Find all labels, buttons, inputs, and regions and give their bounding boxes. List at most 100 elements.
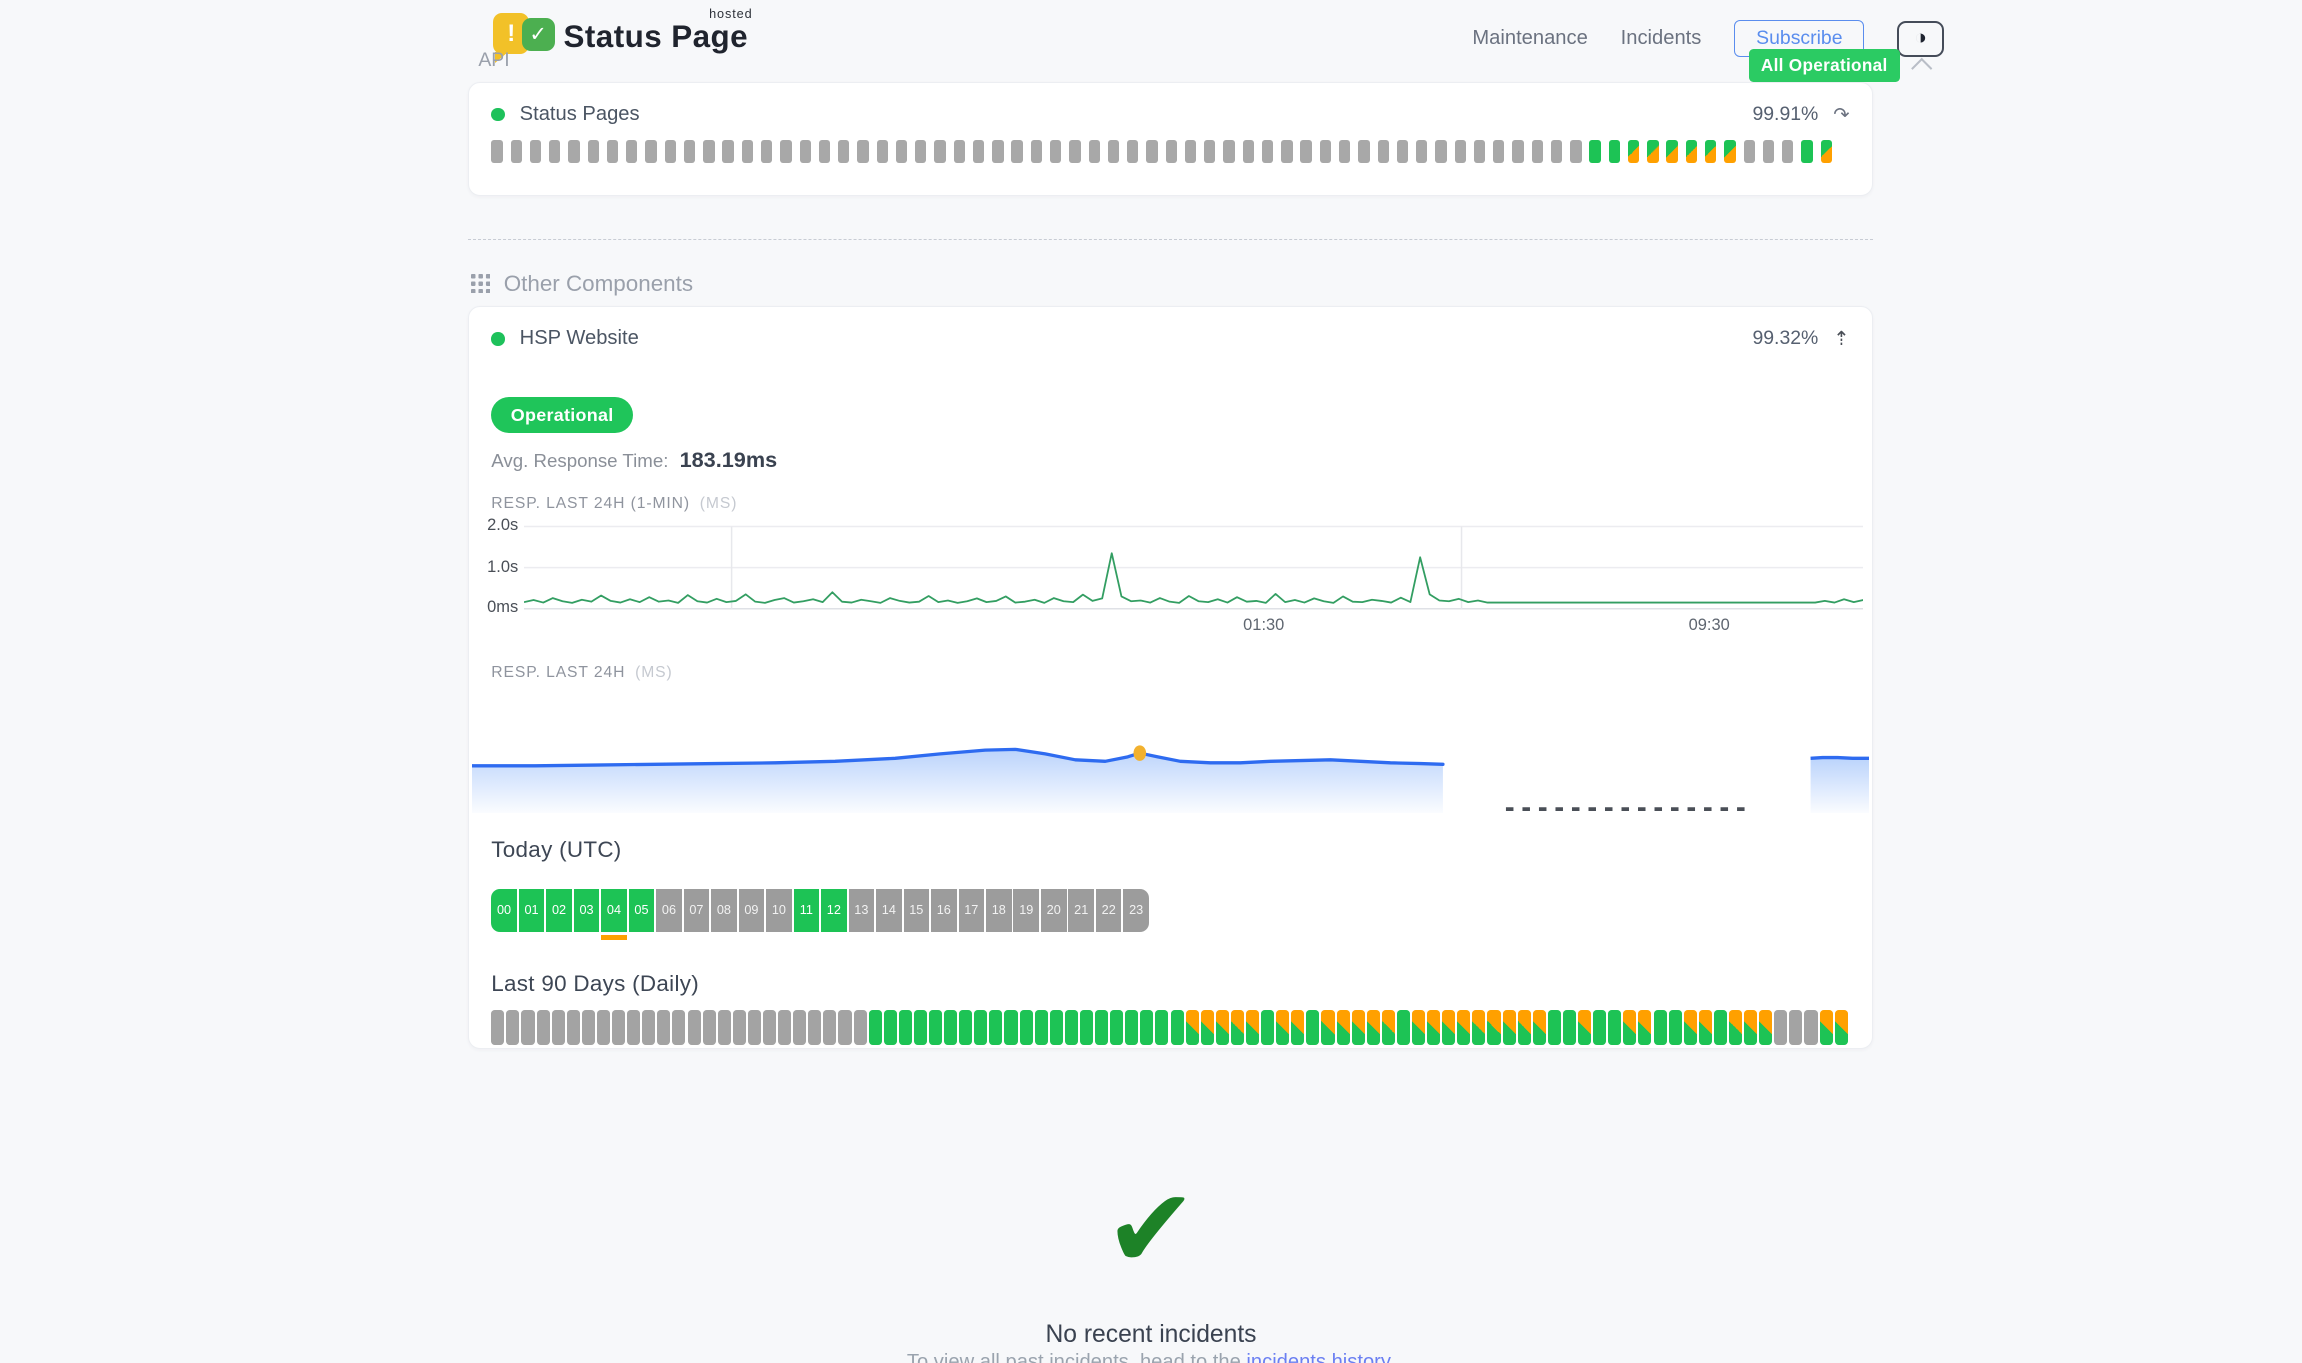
uptime-day-block[interactable] xyxy=(808,1010,821,1044)
uptime-day-block[interactable] xyxy=(1472,1010,1485,1044)
uptime-bar[interactable] xyxy=(1744,140,1755,162)
uptime-hour-block[interactable]: 00 xyxy=(491,889,517,932)
uptime-day-block[interactable] xyxy=(1080,1010,1093,1044)
uptime-bar[interactable] xyxy=(1204,140,1215,162)
uptime-bar[interactable] xyxy=(1397,140,1408,162)
uptime-day-block[interactable] xyxy=(1382,1010,1395,1044)
uptime-day-block[interactable] xyxy=(1412,1010,1425,1044)
uptime-bar[interactable] xyxy=(1050,140,1061,162)
uptime-bar[interactable] xyxy=(1262,140,1273,162)
uptime-bar[interactable] xyxy=(607,140,618,162)
uptime-day-block[interactable] xyxy=(1065,1010,1078,1044)
uptime-day-block[interactable] xyxy=(1669,1010,1682,1044)
uptime-day-block[interactable] xyxy=(718,1010,731,1044)
uptime-bar[interactable] xyxy=(1512,140,1523,162)
uptime-day-block[interactable] xyxy=(929,1010,942,1044)
uptime-hour-block[interactable]: 18 xyxy=(986,889,1012,932)
uptime-day-block[interactable] xyxy=(869,1010,882,1044)
uptime-bar[interactable] xyxy=(1589,140,1600,162)
uptime-bar[interactable] xyxy=(626,140,637,162)
uptime-day-block[interactable] xyxy=(1261,1010,1274,1044)
uptime-bar[interactable] xyxy=(819,140,830,162)
uptime-bar[interactable] xyxy=(934,140,945,162)
uptime-day-block[interactable] xyxy=(884,1010,897,1044)
uptime-day-block[interactable] xyxy=(1427,1010,1440,1044)
resp-24h-chart-area[interactable] xyxy=(472,709,1869,814)
uptime-day-block[interactable] xyxy=(1306,1010,1319,1044)
uptime-day-block[interactable] xyxy=(1593,1010,1606,1044)
uptime-day-block[interactable] xyxy=(703,1010,716,1044)
uptime-day-block[interactable] xyxy=(1548,1010,1561,1044)
uptime-day-block[interactable] xyxy=(582,1010,595,1044)
uptime-day-block[interactable] xyxy=(1774,1010,1787,1044)
uptime-bar[interactable] xyxy=(1108,140,1119,162)
uptime-day-block[interactable] xyxy=(1699,1010,1712,1044)
uptime-bar[interactable] xyxy=(954,140,965,162)
uptime-day-block[interactable] xyxy=(854,1010,867,1044)
uptime-bar[interactable] xyxy=(1416,140,1427,162)
uptime-day-block[interactable] xyxy=(1171,1010,1184,1044)
uptime-bar[interactable] xyxy=(761,140,772,162)
uptime-day-block[interactable] xyxy=(1186,1010,1199,1044)
trend-up-icon[interactable]: ⇡ xyxy=(1833,327,1849,351)
uptime-day-block[interactable] xyxy=(1518,1010,1531,1044)
uptime-day-block[interactable] xyxy=(567,1010,580,1044)
uptime-day-block[interactable] xyxy=(1487,1010,1500,1044)
uptime-day-block[interactable] xyxy=(657,1010,670,1044)
uptime-day-block[interactable] xyxy=(1578,1010,1591,1044)
api-uptime-bars[interactable] xyxy=(491,140,1832,162)
uptime-day-block[interactable] xyxy=(552,1010,565,1044)
uptime-day-block[interactable] xyxy=(1095,1010,1108,1044)
uptime-hour-block[interactable]: 12 xyxy=(821,889,847,932)
uptime-bar[interactable] xyxy=(1551,140,1562,162)
uptime-day-block[interactable] xyxy=(974,1010,987,1044)
uptime-bar[interactable] xyxy=(1532,140,1543,162)
uptime-bar[interactable] xyxy=(877,140,888,162)
uptime-bar[interactable] xyxy=(1666,140,1677,162)
uptime-bar[interactable] xyxy=(684,140,695,162)
uptime-day-block[interactable] xyxy=(1352,1010,1365,1044)
uptime-hour-block[interactable]: 21 xyxy=(1068,889,1094,932)
uptime-bar[interactable] xyxy=(800,140,811,162)
uptime-bar[interactable] xyxy=(1628,140,1639,162)
uptime-hour-block[interactable]: 20 xyxy=(1041,889,1067,932)
refresh-icon[interactable]: ↷ xyxy=(1833,103,1849,127)
uptime-day-block[interactable] xyxy=(642,1010,655,1044)
uptime-bar[interactable] xyxy=(1455,140,1466,162)
uptime-day-block[interactable] xyxy=(1201,1010,1214,1044)
uptime-day-block[interactable] xyxy=(1457,1010,1470,1044)
uptime-day-block[interactable] xyxy=(838,1010,851,1044)
uptime-day-block[interactable] xyxy=(1608,1010,1621,1044)
uptime-day-block[interactable] xyxy=(1820,1010,1833,1044)
uptime-hour-block[interactable]: 16 xyxy=(931,889,957,932)
uptime-bar[interactable] xyxy=(1763,140,1774,162)
uptime-day-block[interactable] xyxy=(491,1010,504,1044)
uptime-hour-block[interactable]: 19 xyxy=(1013,889,1039,932)
uptime-day-block[interactable] xyxy=(1050,1010,1063,1044)
uptime-day-block[interactable] xyxy=(1110,1010,1123,1044)
uptime-day-block[interactable] xyxy=(778,1010,791,1044)
uptime-bar[interactable] xyxy=(549,140,560,162)
uptime-bar[interactable] xyxy=(1146,140,1157,162)
uptime-day-block[interactable] xyxy=(1140,1010,1153,1044)
uptime-bar[interactable] xyxy=(1166,140,1177,162)
nav-maintenance[interactable]: Maintenance xyxy=(1472,27,1587,50)
uptime-bar[interactable] xyxy=(703,140,714,162)
uptime-day-block[interactable] xyxy=(1291,1010,1304,1044)
uptime-day-block[interactable] xyxy=(1623,1010,1636,1044)
uptime-bar[interactable] xyxy=(1724,140,1735,162)
uptime-bar[interactable] xyxy=(568,140,579,162)
chevron-up-icon[interactable] xyxy=(1911,58,1933,80)
uptime-day-block[interactable] xyxy=(1759,1010,1772,1044)
uptime-hour-block[interactable]: 23 xyxy=(1123,889,1149,932)
uptime-day-block[interactable] xyxy=(1020,1010,1033,1044)
uptime-day-block[interactable] xyxy=(1125,1010,1138,1044)
uptime-day-block[interactable] xyxy=(1714,1010,1727,1044)
uptime-bar[interactable] xyxy=(857,140,868,162)
uptime-day-block[interactable] xyxy=(1835,1010,1848,1044)
uptime-day-block[interactable] xyxy=(1533,1010,1546,1044)
uptime-day-block[interactable] xyxy=(1397,1010,1410,1044)
uptime-day-block[interactable] xyxy=(1804,1010,1817,1044)
uptime-day-block[interactable] xyxy=(1503,1010,1516,1044)
uptime-day-block[interactable] xyxy=(748,1010,761,1044)
